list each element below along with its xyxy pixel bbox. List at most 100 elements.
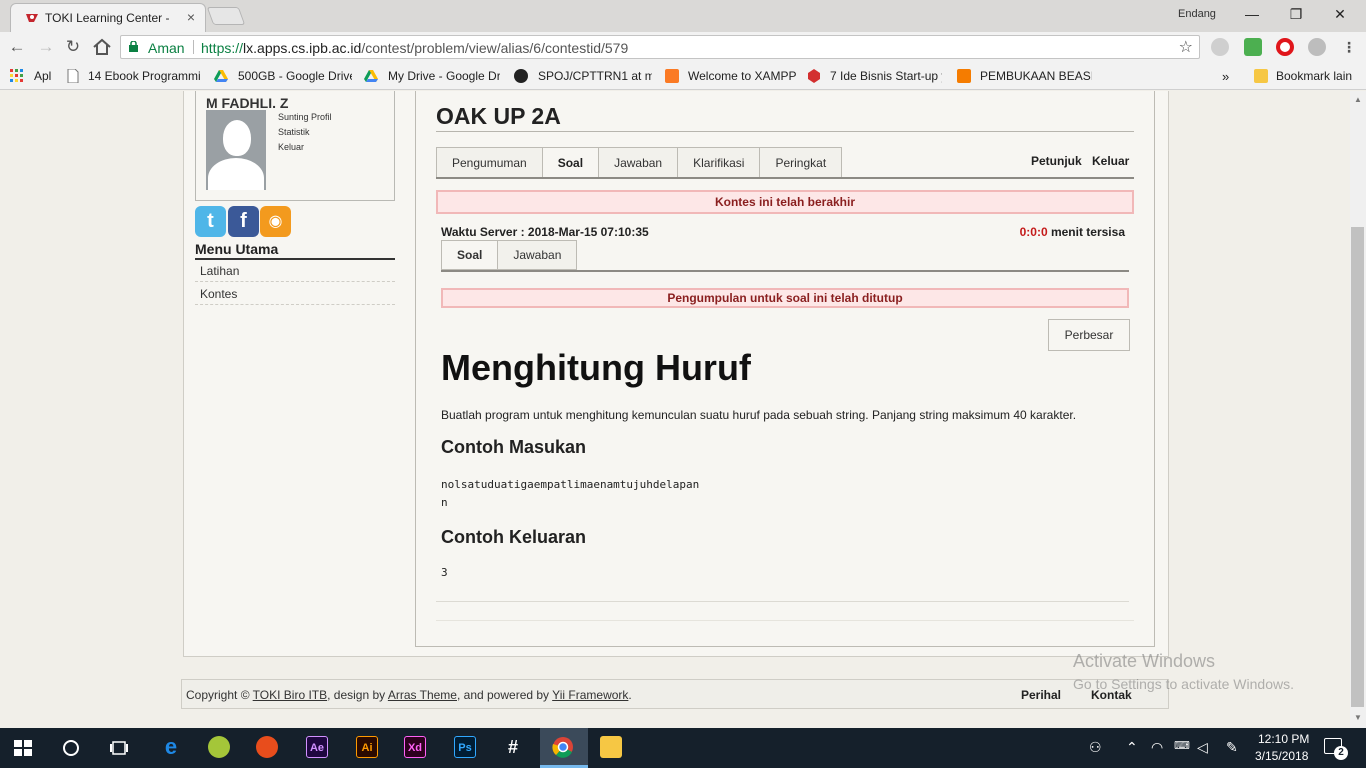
extension-icon[interactable]	[1211, 38, 1229, 56]
user-name: M FADHLI. Z	[206, 95, 289, 111]
powered-text: , and powered by	[456, 688, 553, 702]
bookmark-spoj[interactable]: SPOJ/CPTTRN1 at ma	[538, 69, 652, 83]
home-icon[interactable]	[91, 37, 113, 57]
rss-icon[interactable]: ◉	[260, 206, 291, 237]
google-drive-icon	[364, 70, 378, 82]
contest-content: OAK UP 2A Pengumuman Soal Jawaban Klarif…	[415, 91, 1155, 647]
scroll-up-icon[interactable]: ▲	[1353, 95, 1363, 104]
bookmarks-bar: Apl 14 Ebook Programmi 500GB - Google Dr…	[0, 62, 1366, 90]
server-time: Waktu Server : 2018-Mar-15 07:10:35	[441, 225, 649, 239]
edge-icon[interactable]: e	[160, 736, 182, 758]
github-icon	[514, 69, 528, 83]
folder-icon	[1254, 69, 1268, 83]
clock-date[interactable]: 3/15/2018	[1255, 749, 1308, 763]
theme-link[interactable]: Arras Theme	[388, 688, 457, 702]
subtab-jawaban[interactable]: Jawaban	[497, 240, 578, 270]
file-explorer-icon[interactable]	[600, 736, 622, 758]
other-bookmarks[interactable]: Bookmark lain	[1276, 69, 1352, 83]
pen-icon[interactable]: ✎	[1226, 739, 1238, 756]
menu-item-latihan[interactable]: Latihan	[195, 260, 395, 282]
title-divider	[436, 131, 1134, 132]
page-footer: Copyright © TOKI Biro ITB, design by Arr…	[181, 679, 1169, 709]
facebook-icon[interactable]: f	[228, 206, 259, 237]
time-remaining-label: menit tersisa	[1047, 225, 1125, 239]
browser-tab-active[interactable]: TOKI Learning Center - M ×	[10, 3, 206, 32]
twitter-icon[interactable]: t	[195, 206, 226, 237]
globe-extension-icon[interactable]	[1308, 38, 1326, 56]
help-link[interactable]: Petunjuk	[1031, 154, 1082, 168]
android-studio-icon[interactable]	[208, 736, 230, 758]
enlarge-button[interactable]: Perbesar	[1048, 319, 1130, 351]
chrome-icon[interactable]	[552, 736, 574, 758]
framework-link[interactable]: Yii Framework	[552, 688, 628, 702]
bookmark-star-icon[interactable]: ☆	[1179, 37, 1193, 57]
address-separator	[193, 40, 194, 54]
url-text[interactable]: https://lx.apps.cs.ipb.ac.id/contest/pro…	[201, 40, 628, 56]
tab-pengumuman[interactable]: Pengumuman	[436, 147, 542, 178]
toki-favicon-icon	[26, 14, 38, 22]
page-icon	[67, 69, 79, 83]
google-drive-icon	[214, 70, 228, 82]
menu-item-kontes[interactable]: Kontes	[195, 283, 395, 305]
show-hidden-icons[interactable]: ⌃	[1126, 739, 1138, 756]
tab-soal[interactable]: Soal	[541, 147, 599, 178]
tab-peringkat[interactable]: Peringkat	[759, 147, 843, 178]
statistics-link[interactable]: Statistik	[278, 127, 310, 137]
menu-kebab-icon[interactable]: ⋮	[1340, 38, 1358, 56]
restore-icon[interactable]: ❐	[1284, 4, 1308, 24]
back-icon[interactable]: ←	[6, 37, 28, 57]
close-window-icon[interactable]: ✕	[1328, 4, 1352, 24]
git-app-icon[interactable]	[256, 736, 278, 758]
new-tab-button[interactable]	[206, 7, 246, 25]
wifi-icon[interactable]: ◠	[1151, 739, 1163, 756]
forward-icon[interactable]: →	[35, 37, 57, 57]
adobe-xd-icon[interactable]: Xd	[404, 736, 426, 758]
profile-logout-link[interactable]: Keluar	[278, 142, 304, 152]
url-scheme: https://	[201, 40, 244, 56]
scroll-down-icon[interactable]: ▼	[1353, 713, 1363, 722]
tab-jawaban[interactable]: Jawaban	[598, 147, 678, 178]
bookmark-xampp[interactable]: Welcome to XAMPP	[688, 69, 796, 83]
toki-link[interactable]: TOKI Biro ITB	[253, 688, 327, 702]
blogger-icon	[957, 69, 971, 83]
bookmark-ebook[interactable]: 14 Ebook Programmi	[88, 69, 200, 83]
illustrator-icon[interactable]: Ai	[356, 736, 378, 758]
content-divider	[436, 601, 1129, 602]
bookmark-apps[interactable]: Apl	[34, 69, 51, 83]
footer-about-link[interactable]: Perihal	[1021, 688, 1061, 702]
slack-icon[interactable]: #	[502, 736, 524, 758]
windows-start-icon[interactable]	[14, 740, 32, 756]
sample-input: nolsatuduatigaempatlimaenamtujuhdelapan …	[441, 478, 700, 509]
page-scrollbar[interactable]: ▲ ▼	[1350, 91, 1366, 728]
bookmark-my-drive[interactable]: My Drive - Google Dr	[388, 69, 500, 83]
tab-klarifikasi[interactable]: Klarifikasi	[677, 147, 760, 178]
people-icon[interactable]: ⚇	[1089, 739, 1102, 756]
task-view-icon[interactable]	[110, 740, 128, 756]
scroll-thumb[interactable]	[1351, 227, 1364, 707]
address-bar[interactable]: Aman https://lx.apps.cs.ipb.ac.id/contes…	[120, 35, 1200, 59]
bookmark-beasiswa[interactable]: PEMBUKAAN BEASIS	[980, 69, 1092, 83]
bookmarks-overflow-icon[interactable]: »	[1222, 69, 1229, 84]
windows-taskbar: e Ae Ai Xd Ps # ⚇ ⌃ ◠ ⌨ ◁ ✎ 12:10 PM 3/1…	[0, 728, 1366, 768]
tab-close-icon[interactable]: ×	[187, 9, 195, 25]
shield-extension-icon[interactable]	[1244, 38, 1262, 56]
clock-time[interactable]: 12:10 PM	[1258, 732, 1309, 746]
reload-icon[interactable]: ↻	[62, 37, 84, 57]
edit-profile-link[interactable]: Sunting Profil	[278, 112, 332, 122]
content-bottom-divider	[436, 620, 1134, 621]
photoshop-icon[interactable]: Ps	[454, 736, 476, 758]
minimize-icon[interactable]: —	[1240, 4, 1264, 24]
opera-icon[interactable]	[1276, 38, 1294, 56]
bookmark-drive-500gb[interactable]: 500GB - Google Drive	[238, 69, 352, 83]
browser-title-bar: TOKI Learning Center - M × Endang — ❐ ✕	[0, 0, 1366, 32]
profile-user-name[interactable]: Endang	[1178, 8, 1216, 20]
bookmark-ide-bisnis[interactable]: 7 Ide Bisnis Start-up y	[830, 69, 942, 83]
ime-icon[interactable]: ⌨	[1174, 739, 1190, 752]
after-effects-icon[interactable]: Ae	[306, 736, 328, 758]
volume-icon[interactable]: ◁	[1197, 739, 1208, 756]
contest-logout-link[interactable]: Keluar	[1092, 154, 1129, 168]
contest-ended-alert: Kontes ini telah berakhir	[436, 190, 1134, 214]
cortana-search-icon[interactable]	[63, 740, 79, 756]
apps-grid-icon[interactable]	[10, 69, 24, 83]
subtab-soal[interactable]: Soal	[441, 240, 498, 270]
